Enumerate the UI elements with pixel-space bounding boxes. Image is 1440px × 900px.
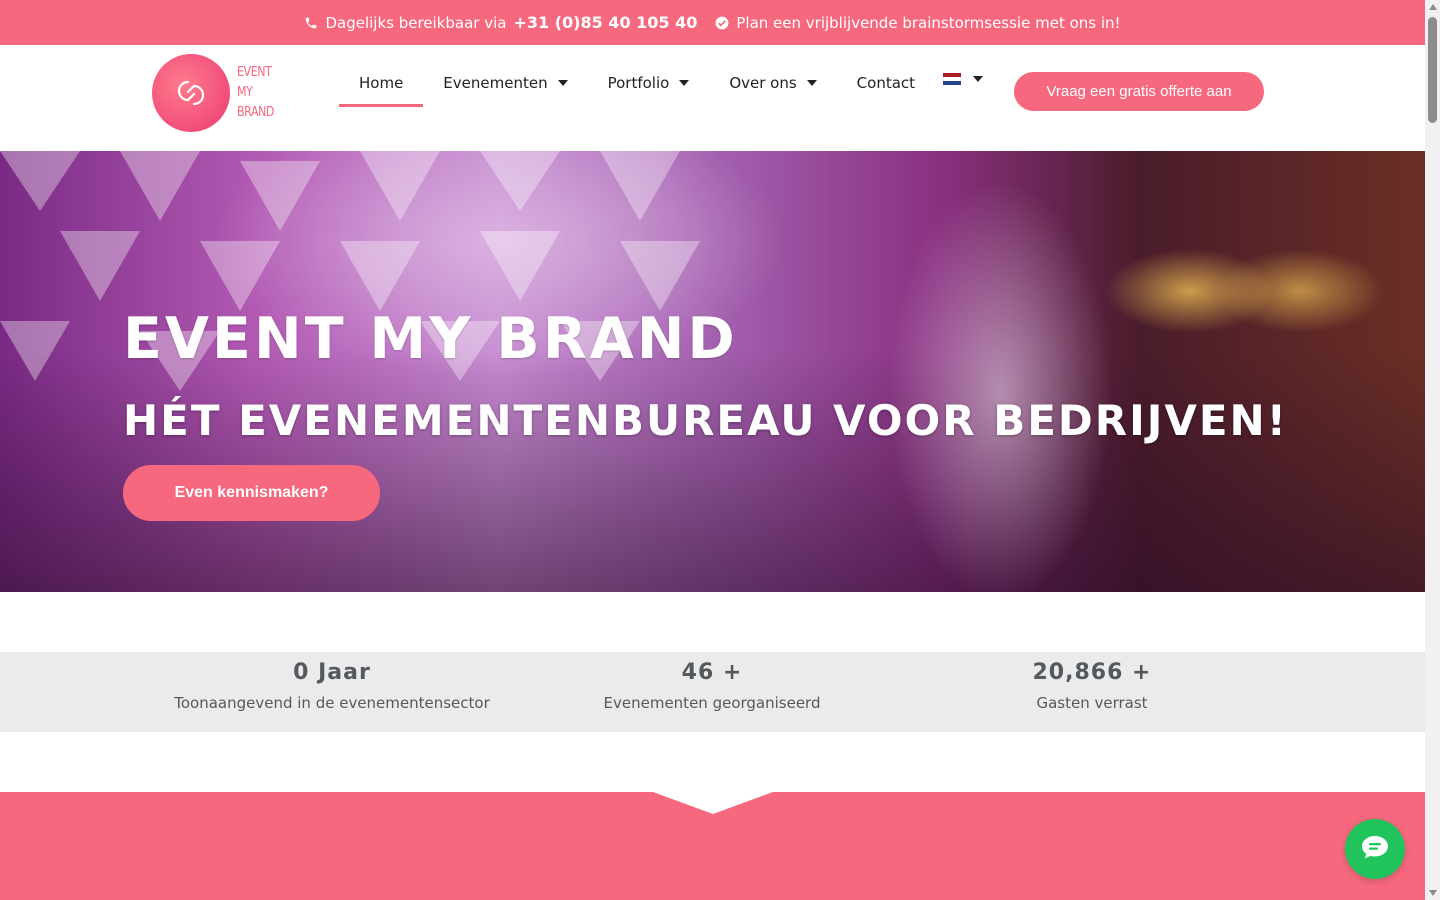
nav-label: Evenementen	[443, 74, 548, 92]
nav-label: Over ons	[729, 74, 797, 92]
stat-number: 0 Jaar	[293, 660, 371, 685]
section-divider-notch	[653, 792, 773, 814]
logo-line-event: EVENT	[237, 65, 272, 80]
stat-label: Toonaangevend in de evenementensector	[174, 694, 490, 712]
scroll-down-arrow-icon[interactable]	[1429, 890, 1437, 896]
nav-label: Home	[359, 74, 404, 92]
brainstorm-text: Plan een vrijblijvende brainstormsessie …	[736, 13, 1121, 32]
language-switcher[interactable]	[943, 73, 983, 85]
top-info-bar: Dagelijks bereikbaar via +31 (0)85 40 10…	[0, 0, 1425, 45]
logo[interactable]: EVENT MY BRAND	[152, 54, 281, 132]
stat-number: 20,866 +	[1032, 660, 1152, 685]
request-quote-button[interactable]: Vraag een gratis offerte aan	[1014, 72, 1264, 111]
stats-bar: 0 Jaar Toonaangevend in de evenementense…	[0, 652, 1425, 732]
hero-title: EVENT MY BRAND	[123, 306, 738, 372]
nav-item-evenementen[interactable]: Evenementen	[423, 65, 587, 101]
logo-wordmark: EVENT MY BRAND	[237, 63, 274, 123]
logo-line-brand: BRAND	[237, 105, 275, 120]
chat-button[interactable]	[1345, 819, 1405, 879]
phone-info[interactable]: Dagelijks bereikbaar via +31 (0)85 40 10…	[304, 13, 697, 32]
caret-down-icon	[973, 76, 983, 82]
caret-down-icon	[557, 80, 568, 86]
netherlands-flag-icon	[943, 73, 961, 85]
stat-events: 46 + Evenementen georganiseerd	[522, 660, 902, 712]
stat-guests: 20,866 + Gasten verrast	[902, 660, 1282, 712]
logo-line-my: MY	[237, 85, 253, 100]
nav-item-portfolio[interactable]: Portfolio	[588, 65, 710, 101]
site-header: EVENT MY BRAND Home Evenementen Portfoli…	[0, 45, 1425, 151]
stat-label: Gasten verrast	[1036, 694, 1148, 712]
nav-item-contact[interactable]: Contact	[837, 65, 935, 101]
phone-prefix: Dagelijks bereikbaar via	[325, 13, 507, 32]
logo-mark-icon	[152, 54, 230, 132]
check-circle-icon	[715, 16, 729, 30]
phone-icon	[304, 16, 318, 30]
stat-label: Evenementen georganiseerd	[603, 694, 821, 712]
page-scrollbar[interactable]	[1425, 0, 1440, 900]
stat-years: 0 Jaar Toonaangevend in de evenementense…	[142, 660, 522, 712]
nav-item-home[interactable]: Home	[339, 65, 424, 107]
hero-background-image	[0, 151, 700, 391]
page: Dagelijks bereikbaar via +31 (0)85 40 10…	[0, 0, 1425, 900]
get-acquainted-button[interactable]: Even kennismaken?	[123, 465, 380, 521]
hero-subtitle: HÉT EVENEMENTENBUREAU VOOR BEDRIJVEN!	[123, 396, 1288, 445]
scrollbar-thumb[interactable]	[1428, 17, 1437, 123]
main-nav: Home Evenementen Portfolio Over ons Cont…	[339, 65, 935, 107]
nav-label: Contact	[856, 74, 916, 92]
caret-down-icon	[679, 80, 690, 86]
stat-number: 46 +	[681, 660, 743, 685]
caret-down-icon	[806, 80, 817, 86]
scroll-up-arrow-icon[interactable]	[1429, 4, 1437, 10]
brainstorm-info[interactable]: Plan een vrijblijvende brainstormsessie …	[715, 13, 1121, 32]
phone-number[interactable]: +31 (0)85 40 105 40	[513, 13, 697, 32]
pink-section	[0, 792, 1425, 900]
nav-label: Portfolio	[607, 74, 670, 92]
nav-item-over-ons[interactable]: Over ons	[709, 65, 836, 101]
chat-bubble-icon	[1360, 834, 1390, 864]
hero-banner: EVENT MY BRAND HÉT EVENEMENTENBUREAU VOO…	[0, 151, 1425, 592]
